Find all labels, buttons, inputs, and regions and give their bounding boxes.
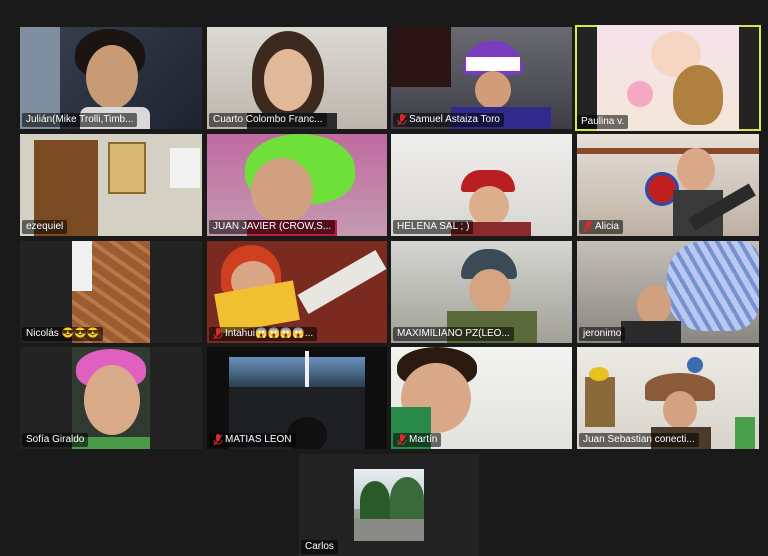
participant-tile-p1[interactable]: Julián(Mike Trolli,Timb... xyxy=(20,27,202,129)
microphone-muted-icon xyxy=(583,221,593,233)
participant-tile-p9[interactable]: Nicolás 😎😎😎 xyxy=(20,241,202,343)
participant-name: MATIAS LEON xyxy=(209,433,296,447)
participant-name: Paulina v. xyxy=(577,115,629,129)
participant-name: JUAN JAVIER (CROW,S... xyxy=(209,220,336,234)
participant-name: HELENA SAL ; ) xyxy=(393,220,474,234)
participant-name: Nicolás 😎😎😎 xyxy=(22,327,103,341)
participant-tile-p2[interactable]: Cuarto Colombo Franc... xyxy=(207,27,387,129)
participant-name: ezequiel xyxy=(22,220,68,234)
participant-tile-p14[interactable]: MATIAS LEON xyxy=(207,347,387,449)
participant-name: Carlos xyxy=(301,540,338,554)
participant-tile-p11[interactable]: MAXIMILIANO PZ(LEO... xyxy=(391,241,572,343)
participant-tile-p8[interactable]: Alicia xyxy=(577,134,759,236)
microphone-muted-icon xyxy=(213,434,223,446)
participant-tile-p17[interactable]: Carlos xyxy=(299,454,479,556)
participant-name: Martín xyxy=(393,433,442,447)
participant-tile-p5[interactable]: ezequiel xyxy=(20,134,202,236)
participant-name: Alicia xyxy=(579,220,623,234)
participant-tile-p12[interactable]: jeronimo xyxy=(577,241,759,343)
participant-tile-p6[interactable]: JUAN JAVIER (CROW,S... xyxy=(207,134,387,236)
microphone-muted-icon xyxy=(213,328,223,340)
participant-tile-p3[interactable]: Samuel Astaiza Toro xyxy=(391,27,572,129)
participant-name: Julián(Mike Trolli,Timb... xyxy=(22,113,138,127)
participant-tile-p7[interactable]: HELENA SAL ; ) xyxy=(391,134,572,236)
participant-tile-p15[interactable]: Martín xyxy=(391,347,572,449)
participant-name: Juan Sebastian conecti... xyxy=(579,433,699,447)
participant-tile-p16[interactable]: Juan Sebastian conecti... xyxy=(577,347,759,449)
participant-name: Intahui😱😱😱😱... xyxy=(209,327,318,341)
participant-name: jeronimo xyxy=(579,327,626,341)
participant-name: Samuel Astaiza Toro xyxy=(393,113,504,127)
video-feed xyxy=(354,469,424,541)
microphone-muted-icon xyxy=(397,434,407,446)
participant-tile-p10[interactable]: Intahui😱😱😱😱... xyxy=(207,241,387,343)
participant-tile-p13[interactable]: Sofía Giraldo xyxy=(20,347,202,449)
participant-tile-p4[interactable]: Paulina v. xyxy=(575,25,761,131)
microphone-muted-icon xyxy=(397,114,407,126)
participant-name: Sofía Giraldo xyxy=(22,433,89,447)
participant-name: Cuarto Colombo Franc... xyxy=(209,113,327,127)
participant-name: MAXIMILIANO PZ(LEO... xyxy=(393,327,514,341)
